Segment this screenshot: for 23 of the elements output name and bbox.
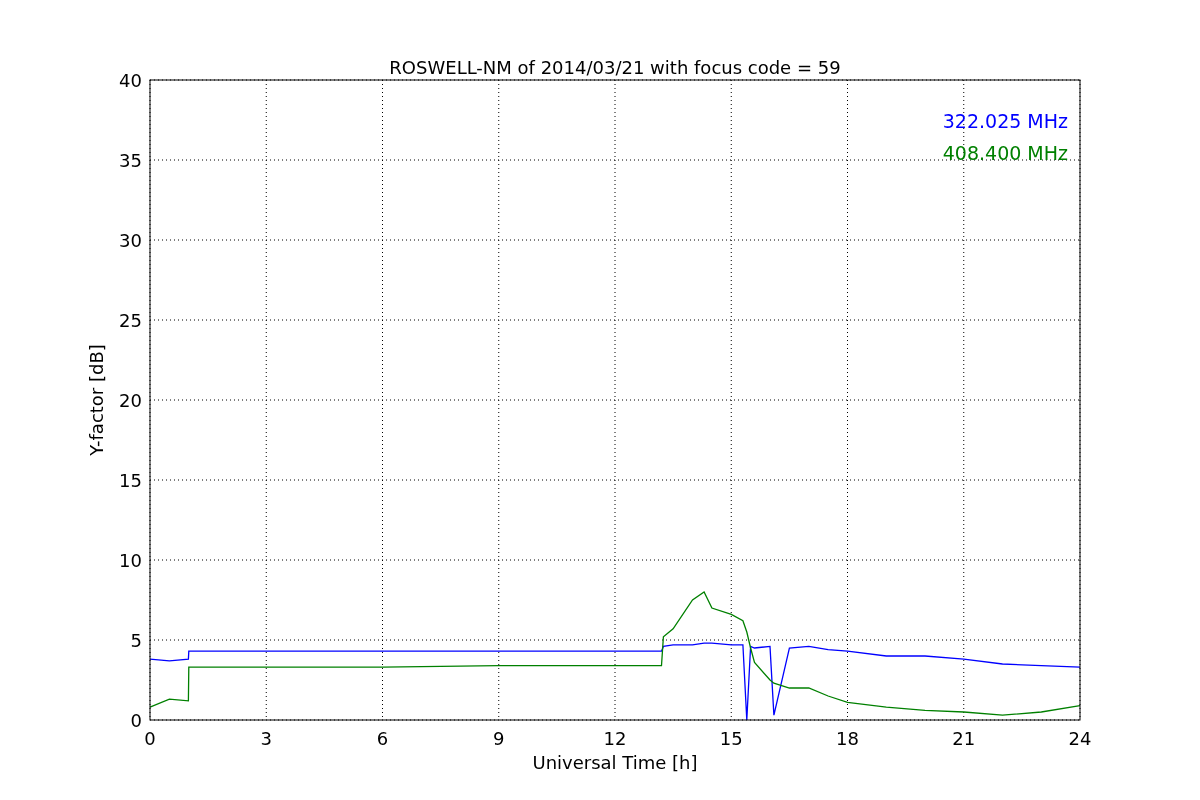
tick-label: 6 — [376, 728, 389, 749]
tick-label: 9 — [493, 728, 505, 749]
tick-label: 15 — [719, 728, 743, 749]
tick-label: 24 — [1068, 728, 1092, 749]
axis-label: Universal Time [h] — [532, 752, 698, 773]
tick-label: 3 — [260, 728, 272, 749]
chart-title: ROSWELL-NM of 2014/03/21 with focus code = 59 — [389, 57, 841, 78]
legend-label: 408.400 MHz — [942, 142, 1068, 164]
tick-label: 5 — [130, 630, 142, 651]
tick-label: 21 — [952, 728, 976, 749]
legend-label: 322.025 MHz — [942, 110, 1068, 132]
tick-label: 15 — [119, 470, 142, 491]
tick-label: 25 — [119, 310, 142, 331]
tick-label: 0 — [144, 728, 156, 749]
tick-label: 20 — [119, 390, 142, 411]
tick-label: 10 — [119, 550, 142, 571]
tick-label: 12 — [603, 728, 627, 749]
tick-label: 18 — [836, 728, 859, 749]
tick-label: 0 — [130, 710, 142, 731]
tick-label: 40 — [119, 70, 142, 91]
axis-label: Y-factor [dB] — [86, 344, 107, 456]
tick-label: 30 — [119, 230, 142, 251]
tick-label: 35 — [119, 150, 142, 171]
